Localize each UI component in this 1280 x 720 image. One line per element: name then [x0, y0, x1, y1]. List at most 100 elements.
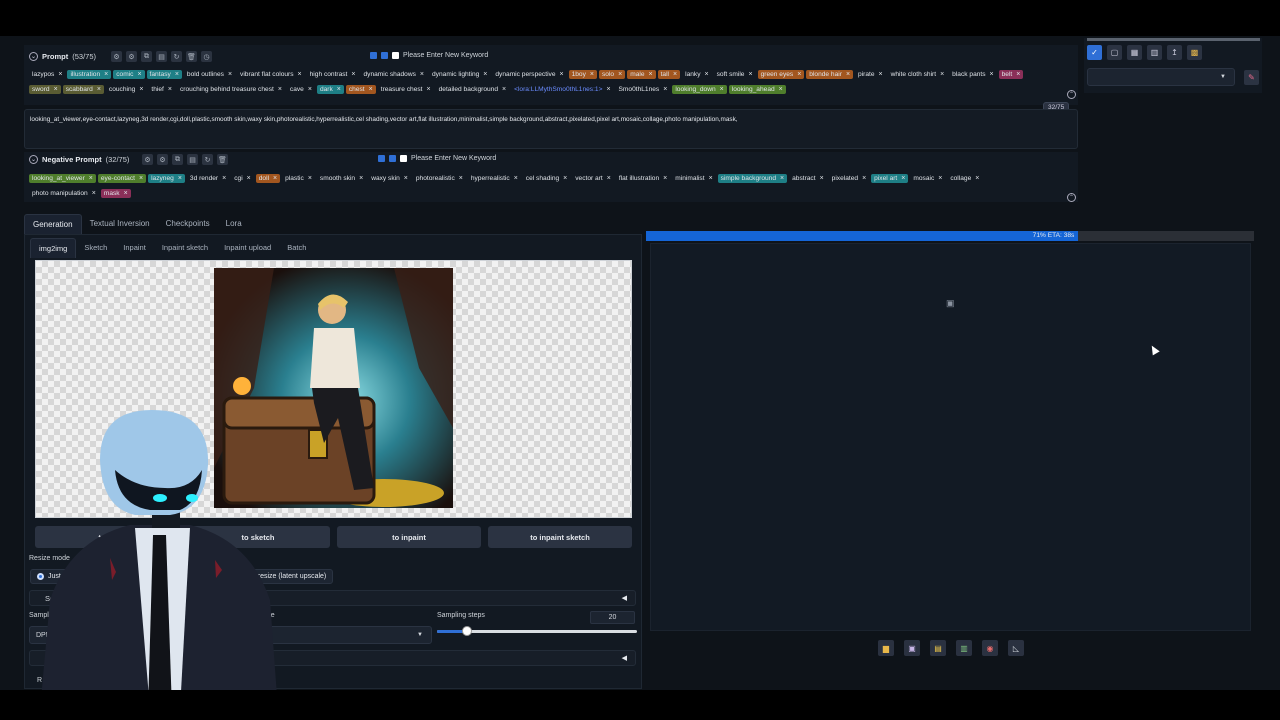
trash-icon[interactable]: 🗑 — [217, 154, 228, 165]
remove-tag-icon[interactable]: × — [168, 86, 172, 93]
prompt-tag[interactable]: photorealistic × — [413, 174, 466, 183]
checkbox-icon[interactable] — [381, 52, 388, 59]
history-icon[interactable]: ◷ — [201, 51, 212, 62]
remove-tag-icon[interactable]: × — [560, 71, 564, 78]
remove-tag-icon[interactable]: × — [351, 71, 355, 78]
remove-tag-icon[interactable]: × — [990, 71, 994, 78]
prompt-tag[interactable]: green eyes × — [757, 70, 805, 79]
prompt-tag[interactable]: waxy skin × — [368, 174, 411, 183]
prompt-tag[interactable]: vibrant flat colours × — [237, 70, 305, 79]
remove-tag-icon[interactable]: × — [124, 190, 128, 197]
checkbox-icon[interactable] — [378, 155, 385, 162]
tab-batch[interactable]: Batch — [279, 238, 314, 258]
prompt-tag[interactable]: dark × — [316, 85, 344, 94]
remove-tag-icon[interactable]: × — [797, 71, 801, 78]
remove-tag-icon[interactable]: × — [1016, 71, 1020, 78]
remove-tag-icon[interactable]: × — [273, 175, 277, 182]
remove-tag-icon[interactable]: × — [748, 71, 752, 78]
sampling-steps-thumb[interactable] — [462, 626, 472, 636]
to-inpaint-button[interactable]: to inpaint — [337, 526, 481, 548]
paste-icon[interactable]: ▤ — [187, 154, 198, 165]
remove-tag-icon[interactable]: × — [846, 71, 850, 78]
prompt-tag[interactable]: bold outlines × — [184, 70, 235, 79]
collapse-up-icon[interactable]: ⌃ — [1067, 90, 1076, 99]
prompt-tag[interactable]: pirate × — [855, 70, 886, 79]
checkbox-icon[interactable] — [400, 155, 407, 162]
remove-tag-icon[interactable]: × — [175, 71, 179, 78]
prompt-textarea[interactable]: looking_at_viewer,eye-contact,lazyneg,3d… — [24, 109, 1078, 149]
remove-tag-icon[interactable]: × — [502, 86, 506, 93]
remove-tag-icon[interactable]: × — [92, 190, 96, 197]
prompt-tag[interactable]: white cloth shirt × — [888, 70, 948, 79]
remove-tag-icon[interactable]: × — [663, 175, 667, 182]
prompt-tag[interactable]: 1boy × — [568, 70, 597, 79]
package-icon[interactable]: ▩ — [1187, 45, 1202, 60]
remove-tag-icon[interactable]: × — [901, 175, 905, 182]
gear-icon[interactable]: ⚙ — [142, 154, 153, 165]
zip-icon[interactable]: ▤ — [930, 640, 946, 656]
paint-brush-icon[interactable]: ✎ — [1244, 70, 1259, 85]
prompt-tag[interactable]: detailed background × — [436, 85, 509, 94]
keyword-input[interactable]: Please Enter New Keyword — [403, 52, 488, 59]
prompt-tag[interactable]: photo manipulation × — [29, 189, 99, 198]
remove-tag-icon[interactable]: × — [879, 71, 883, 78]
prompt-tag[interactable]: thief × — [148, 85, 175, 94]
prompt-tag[interactable]: <lora:LLMythSmo0thL1nes:1> × — [511, 85, 613, 94]
remove-tag-icon[interactable]: × — [137, 71, 141, 78]
prompt-tag[interactable]: hyperrealistic × — [468, 174, 521, 183]
remove-tag-icon[interactable]: × — [483, 71, 487, 78]
remove-tag-icon[interactable]: × — [606, 86, 610, 93]
remove-tag-icon[interactable]: × — [563, 175, 567, 182]
tab-lora[interactable]: Lora — [218, 214, 250, 234]
prompt-tag[interactable]: lanky × — [682, 70, 712, 79]
prompt-tag[interactable]: looking_down × — [672, 85, 727, 94]
remove-tag-icon[interactable]: × — [940, 71, 944, 78]
to-inpaint-sketch-button[interactable]: to inpaint sketch — [488, 526, 632, 548]
prompt-tag[interactable]: sword × — [29, 85, 61, 94]
remove-tag-icon[interactable]: × — [308, 86, 312, 93]
prompt-tag[interactable]: cel shading × — [523, 174, 570, 183]
prompt-tag[interactable]: soft smile × — [714, 70, 756, 79]
refresh-icon[interactable]: ↻ — [171, 51, 182, 62]
folder-icon[interactable]: ▆ — [878, 640, 894, 656]
remove-tag-icon[interactable]: × — [139, 175, 143, 182]
tab-sketch[interactable]: Sketch — [76, 238, 115, 258]
remove-tag-icon[interactable]: × — [178, 175, 182, 182]
paste-icon[interactable]: ▤ — [156, 51, 167, 62]
remove-tag-icon[interactable]: × — [820, 175, 824, 182]
prompt-tag[interactable]: male × — [627, 70, 656, 79]
prompt-tag[interactable]: looking_at_viewer × — [29, 174, 96, 183]
collapse-chevron-icon[interactable]: ⌄ — [29, 52, 38, 61]
trash-icon[interactable]: 🗑 — [186, 51, 197, 62]
remove-tag-icon[interactable]: × — [308, 175, 312, 182]
prompt-tag[interactable]: treasure chest × — [378, 85, 434, 94]
tab-generation[interactable]: Generation — [24, 214, 82, 234]
prompt-tag[interactable]: 3d render × — [187, 174, 229, 183]
remove-tag-icon[interactable]: × — [780, 175, 784, 182]
remove-tag-icon[interactable]: × — [247, 175, 251, 182]
tab-inpaint[interactable]: Inpaint — [115, 238, 154, 258]
prompt-tag[interactable]: looking_ahead × — [728, 85, 786, 94]
prompt-tag[interactable]: cave × — [287, 85, 315, 94]
prompt-tag[interactable]: plastic × — [282, 174, 315, 183]
remove-tag-icon[interactable]: × — [89, 175, 93, 182]
remove-tag-icon[interactable]: × — [139, 86, 143, 93]
settings-icon[interactable]: ⚙ — [157, 154, 168, 165]
gear-icon[interactable]: ⚙ — [111, 51, 122, 62]
prompt-tag[interactable]: eye-contact × — [97, 174, 147, 183]
prompt-tag[interactable]: black pants × — [949, 70, 996, 79]
remove-tag-icon[interactable]: × — [779, 86, 783, 93]
copy-icon[interactable]: ⧉ — [141, 51, 152, 62]
remove-tag-icon[interactable]: × — [862, 175, 866, 182]
remove-tag-icon[interactable]: × — [404, 175, 408, 182]
prompt-tag[interactable]: vector art × — [572, 174, 614, 183]
prompt-tag[interactable]: abstract × — [789, 174, 827, 183]
prompt-tag[interactable]: solo × — [599, 70, 626, 79]
remove-tag-icon[interactable]: × — [54, 86, 58, 93]
prompt-tag[interactable]: blonde hair × — [806, 70, 854, 79]
prompt-tag[interactable]: tall × — [657, 70, 681, 79]
prompt-tag[interactable]: scabbard × — [62, 85, 104, 94]
prompt-tag[interactable]: mosaic × — [910, 174, 945, 183]
refresh-icon[interactable]: ↻ — [202, 154, 213, 165]
prompt-tag[interactable]: couching × — [106, 85, 147, 94]
